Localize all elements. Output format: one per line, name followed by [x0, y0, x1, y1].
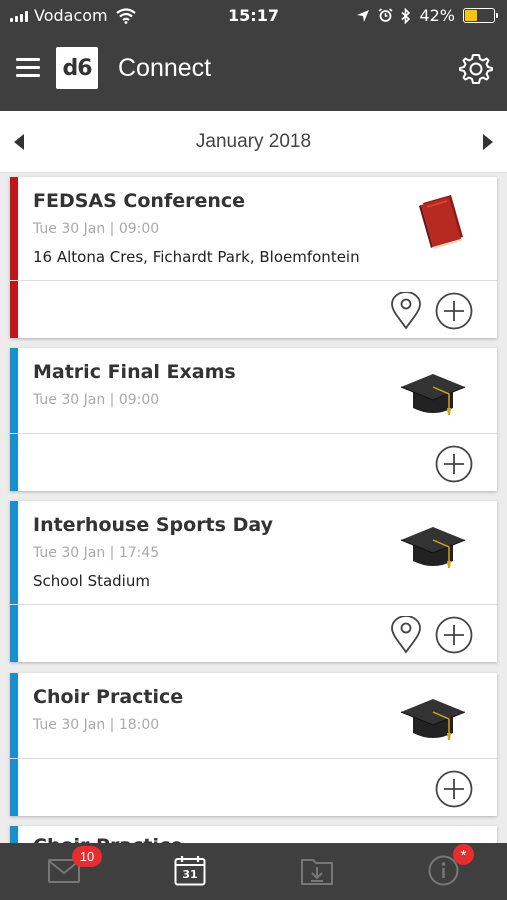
event-card[interactable]: Choir Practice — [10, 826, 497, 843]
app-logo: d6 — [56, 47, 98, 89]
event-actions — [10, 281, 497, 338]
calendar-day-number: 31 — [182, 868, 198, 881]
current-month-label: January 2018 — [195, 131, 312, 152]
graduation-cap-icon — [400, 527, 466, 568]
event-title: Choir Practice — [33, 835, 183, 843]
app-title: Connect — [118, 54, 212, 82]
event-actions — [10, 434, 497, 491]
add-to-calendar-plus-icon[interactable] — [435, 616, 473, 654]
event-list[interactable]: FEDSAS Conference Tue 30 Jan | 09:00 16 … — [0, 173, 507, 843]
event-title: Matric Final Exams — [33, 361, 236, 383]
event-datetime: Tue 30 Jan | 09:00 — [33, 392, 160, 408]
menu-button[interactable] — [16, 58, 40, 78]
next-month-arrow-icon[interactable] — [483, 134, 493, 150]
event-datetime: Tue 30 Jan | 09:00 — [33, 221, 160, 237]
event-title: Choir Practice — [33, 686, 184, 708]
bluetooth-icon — [401, 7, 411, 24]
add-to-calendar-plus-icon[interactable] — [435, 770, 473, 808]
event-card[interactable]: Choir Practice Tue 30 Jan | 18:00 — [10, 673, 497, 816]
event-location: School Stadium — [33, 572, 150, 590]
month-navigator: January 2018 — [0, 111, 507, 173]
tab-messages[interactable]: 10 — [48, 846, 102, 887]
event-datetime: Tue 30 Jan | 18:00 — [33, 717, 160, 733]
event-actions — [10, 759, 497, 816]
tab-info[interactable]: * — [428, 844, 474, 890]
battery-percent: 42% — [419, 6, 455, 25]
info-alert-badge: * — [453, 844, 474, 865]
event-card[interactable]: Matric Final Exams Tue 30 Jan | 09:00 — [10, 348, 497, 491]
event-card[interactable]: FEDSAS Conference Tue 30 Jan | 09:00 16 … — [10, 177, 497, 338]
add-to-calendar-plus-icon[interactable] — [435, 445, 473, 483]
status-bar: Vodacom 15:17 42% — [0, 0, 507, 30]
tab-calendar[interactable]: 31 — [174, 855, 206, 890]
map-pin-icon[interactable] — [389, 616, 423, 654]
folder-download-icon — [301, 859, 333, 885]
book-icon — [419, 195, 463, 249]
location-arrow-icon — [357, 9, 370, 22]
battery-icon — [463, 8, 498, 23]
add-to-calendar-plus-icon[interactable] — [435, 292, 473, 330]
event-title: FEDSAS Conference — [33, 190, 246, 212]
settings-gear-icon[interactable] — [459, 52, 493, 86]
messages-count-badge: 10 — [72, 846, 102, 867]
map-pin-icon[interactable] — [389, 292, 423, 330]
event-category-stripe — [10, 826, 18, 843]
alarm-icon — [378, 8, 393, 22]
event-card[interactable]: Interhouse Sports Day Tue 30 Jan | 17:45… — [10, 501, 497, 662]
event-datetime: Tue 30 Jan | 17:45 — [33, 545, 160, 561]
graduation-cap-icon — [400, 374, 466, 415]
app-bar: d6 Connect — [0, 30, 507, 111]
event-title: Interhouse Sports Day — [33, 514, 273, 536]
bottom-tab-bar: 10 31 * — [0, 843, 507, 900]
event-actions — [10, 605, 497, 662]
event-location: 16 Altona Cres, Fichardt Park, Bloemfont… — [33, 248, 360, 266]
graduation-cap-icon — [400, 699, 466, 740]
tab-downloads[interactable] — [301, 856, 333, 889]
